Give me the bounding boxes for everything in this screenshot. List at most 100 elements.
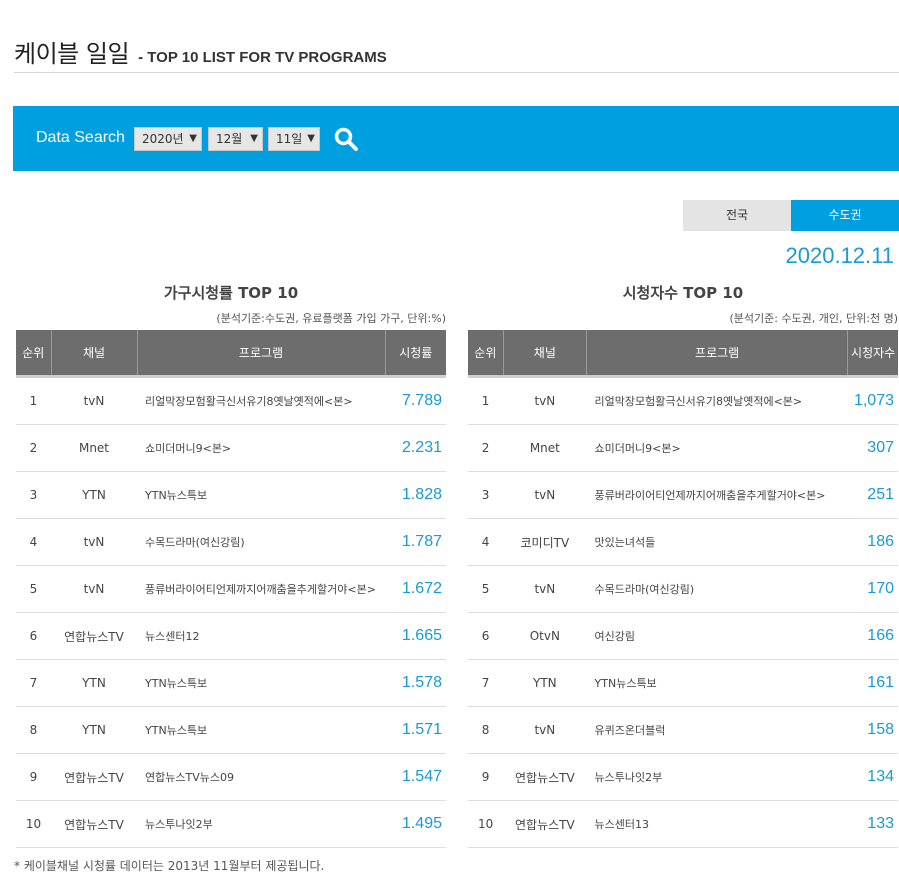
channel-cell: 연합뉴스TV [503, 753, 587, 801]
year-select-value: 2020년 [142, 132, 184, 146]
program-cell: 뉴스투나잇2부 [137, 800, 385, 848]
table-row: 10 연합뉴스TV 뉴스투나잇2부 1.495 [16, 800, 446, 848]
table-row: 9 연합뉴스TV 연합뉴스TV뉴스09 1.547 [16, 753, 446, 801]
program-cell: 쇼미더머니9<본> [137, 424, 385, 472]
program-cell: 리얼막장모험활극신서유기8옛날옛적에<본> [137, 376, 385, 425]
tab-capital-area[interactable]: 수도권 [791, 200, 899, 231]
rating-cell: 1.672 [385, 565, 446, 613]
table-row: 1 tvN 리얼막장모험활극신서유기8옛날옛적에<본> 1,073 [468, 376, 898, 425]
channel-cell: tvN [503, 471, 587, 519]
table-row: 6 연합뉴스TV 뉴스센터12 1.665 [16, 612, 446, 660]
page-subtitle: - TOP 10 LIST FOR TV PROGRAMS [138, 49, 387, 66]
rank-cell: 5 [16, 565, 51, 613]
search-bar: Data Search 2020년 ▼ 12월 ▼ 11일 ▼ [13, 106, 899, 171]
rank-cell: 8 [16, 706, 51, 754]
rank-cell: 3 [16, 471, 51, 519]
channel-cell: tvN [51, 565, 137, 613]
program-cell: 유퀴즈온더블럭 [586, 706, 848, 754]
column-header-channel: 채널 [502, 330, 587, 377]
table-header-row: 순위 채널 프로그램 시청률 [16, 330, 446, 377]
table-row: 7 YTN YTN뉴스특보 161 [468, 659, 898, 707]
rank-cell: 1 [468, 376, 504, 425]
rank-cell: 10 [468, 800, 504, 848]
viewers-panel-note: (분석기준: 수도권, 개인, 단위:천 명) [729, 312, 898, 325]
program-cell: 여신강림 [586, 612, 848, 660]
year-select[interactable]: 2020년 ▼ [134, 127, 202, 151]
table-row: 5 tvN 풍류버라이어티언제까지어깨춤을추게할거야<본> 1.672 [16, 565, 446, 613]
rank-cell: 7 [16, 659, 51, 707]
month-select[interactable]: 12월 ▼ [208, 127, 263, 151]
rank-cell: 2 [468, 424, 504, 472]
month-select-value: 12월 [216, 132, 243, 146]
rank-cell: 9 [16, 753, 51, 801]
viewers-table: 순위 채널 프로그램 시청자수 1 tvN 리얼막장모험활극신서유기8옛날옛적에<본… [468, 330, 898, 848]
rating-cell: 1.571 [385, 706, 446, 754]
viewers-panel-title: 시청자수 TOP 10 [622, 284, 744, 302]
column-header-channel: 채널 [50, 330, 137, 377]
table-row: 10 연합뉴스TV 뉴스센터13 133 [468, 800, 898, 848]
channel-cell: 연합뉴스TV [51, 800, 137, 848]
program-cell: 뉴스센터13 [586, 800, 848, 848]
channel-cell: OtvN [503, 612, 587, 660]
rating-cell: 1.665 [385, 612, 446, 660]
search-button[interactable] [333, 126, 359, 152]
viewers-cell: 1,073 [847, 376, 898, 425]
column-header-viewers: 시청자수 [847, 330, 898, 377]
table-row: 1 tvN 리얼막장모험활극신서유기8옛날옛적에<본> 7.789 [16, 376, 446, 425]
day-select-value: 11일 [276, 132, 303, 146]
viewers-cell: 186 [847, 518, 898, 566]
rating-cell: 2.231 [385, 424, 446, 472]
rank-cell: 6 [16, 612, 51, 660]
program-cell: 뉴스투나잇2부 [586, 753, 848, 801]
channel-cell: 코미디TV [503, 518, 587, 566]
table-row: 8 YTN YTN뉴스특보 1.571 [16, 706, 446, 754]
program-cell: YTN뉴스특보 [137, 471, 385, 519]
table-row: 3 tvN 풍류버라이어티언제까지어깨춤을추게할거야<본> 251 [468, 471, 898, 519]
viewers-cell: 307 [847, 424, 898, 472]
rank-cell: 5 [468, 565, 504, 613]
channel-cell: tvN [503, 565, 587, 613]
program-cell: YTN뉴스특보 [586, 659, 848, 707]
program-cell: 리얼막장모험활극신서유기8옛날옛적에<본> [586, 376, 848, 425]
viewers-cell: 170 [847, 565, 898, 613]
tab-national[interactable]: 전국 [683, 200, 791, 231]
channel-cell: Mnet [503, 424, 587, 472]
rank-cell: 4 [16, 518, 51, 566]
rank-cell: 4 [468, 518, 504, 566]
search-icon [334, 127, 358, 151]
table-row: 9 연합뉴스TV 뉴스투나잇2부 134 [468, 753, 898, 801]
chevron-down-icon: ▼ [189, 133, 197, 144]
channel-cell: 연합뉴스TV [503, 800, 587, 848]
rank-cell: 6 [468, 612, 504, 660]
rank-cell: 7 [468, 659, 504, 707]
table-row: 4 코미디TV 맛있는녀석들 186 [468, 518, 898, 566]
household-rating-panel: 가구시청률 TOP 10 (분석기준:수도권, 유료플랫폼 가입 가구, 단위:… [16, 280, 446, 848]
region-tabs: 전국 수도권 [683, 200, 899, 231]
channel-cell: tvN [503, 376, 587, 425]
household-table: 순위 채널 프로그램 시청률 1 tvN 리얼막장모험활극신서유기8옛날옛적에<본>… [16, 330, 446, 848]
channel-cell: Mnet [51, 424, 137, 472]
column-header-program: 프로그램 [586, 330, 848, 377]
viewers-cell: 166 [847, 612, 898, 660]
rating-cell: 1.828 [385, 471, 446, 519]
rank-cell: 1 [16, 376, 51, 425]
viewers-cell: 158 [847, 706, 898, 754]
table-row: 3 YTN YTN뉴스특보 1.828 [16, 471, 446, 519]
page-header: 케이블 일일 - TOP 10 LIST FOR TV PROGRAMS [14, 34, 899, 73]
channel-cell: 연합뉴스TV [51, 753, 137, 801]
day-select[interactable]: 11일 ▼ [268, 127, 320, 151]
column-header-rating: 시청률 [384, 330, 446, 377]
chevron-down-icon: ▼ [250, 133, 258, 144]
table-row: 6 OtvN 여신강림 166 [468, 612, 898, 660]
channel-cell: 연합뉴스TV [51, 612, 137, 660]
viewers-panel: 시청자수 TOP 10 (분석기준: 수도권, 개인, 단위:천 명) 순위 채… [468, 280, 898, 848]
program-cell: 쇼미더머니9<본> [586, 424, 848, 472]
program-cell: YTN뉴스특보 [137, 659, 385, 707]
program-cell: YTN뉴스특보 [137, 706, 385, 754]
program-cell: 풍류버라이어티언제까지어깨춤을추게할거야<본> [137, 565, 385, 613]
rating-cell: 1.578 [385, 659, 446, 707]
channel-cell: tvN [51, 518, 137, 566]
rank-cell: 9 [468, 753, 504, 801]
selected-date: 2020.12.11 [785, 243, 894, 268]
rank-cell: 10 [16, 800, 51, 848]
